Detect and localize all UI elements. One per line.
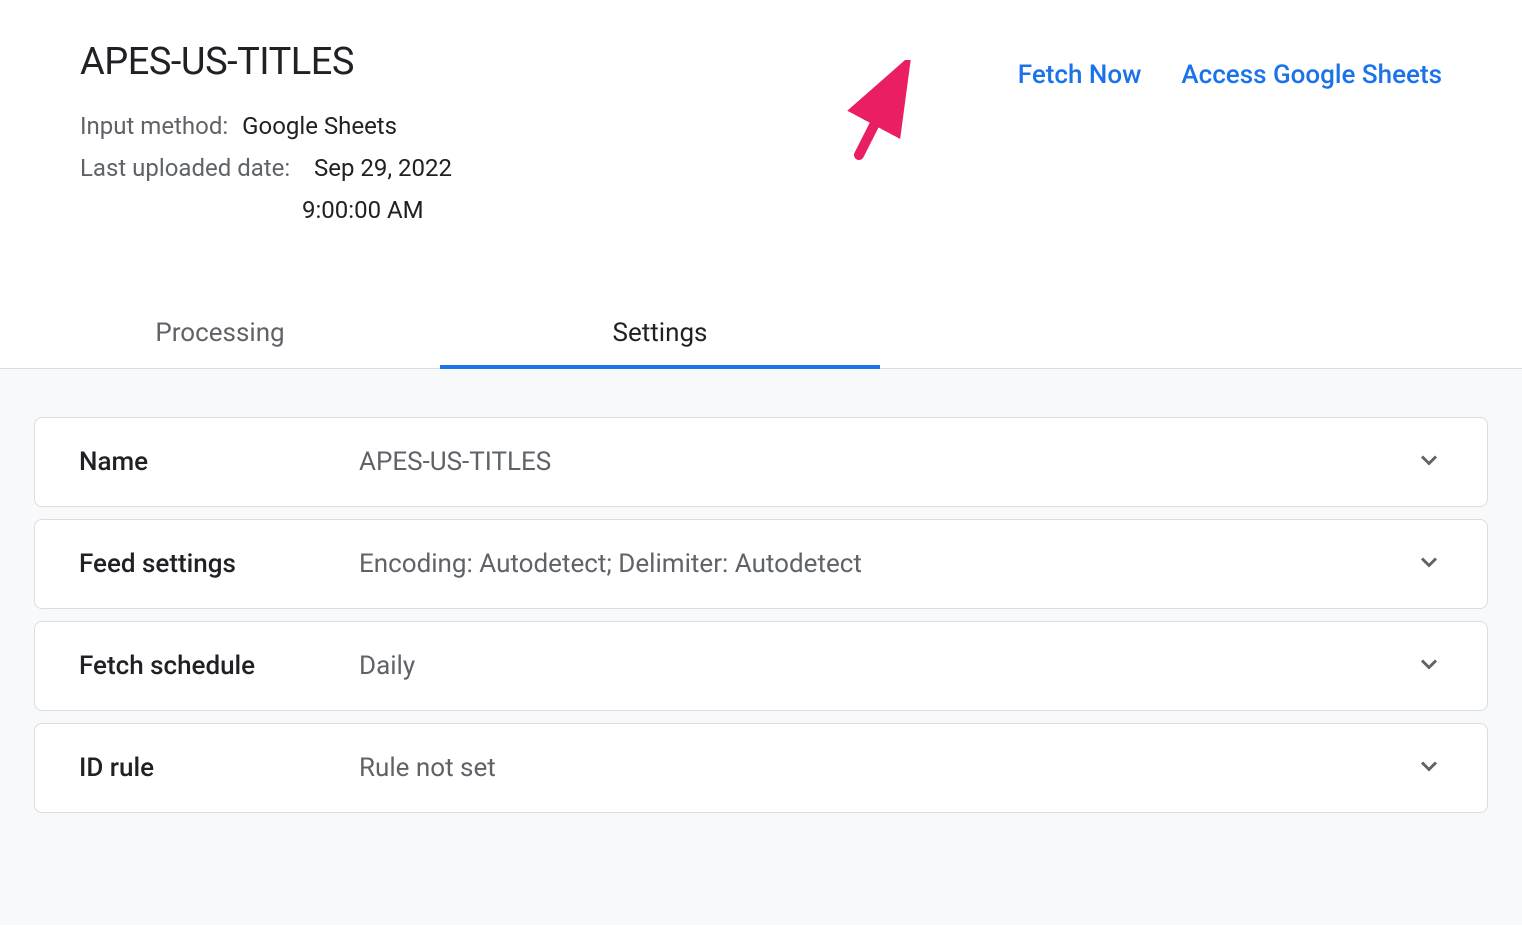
fetch-now-button[interactable]: Fetch Now (1018, 60, 1142, 90)
chevron-down-icon (1415, 752, 1443, 784)
setting-row-name[interactable]: Name APES-US-TITLES (34, 417, 1488, 507)
setting-value: Rule not set (359, 753, 1415, 783)
last-uploaded-row: Last uploaded date: Sep 29, 2022 (80, 154, 1018, 182)
settings-panel: Name APES-US-TITLES Feed settings Encodi… (0, 369, 1522, 925)
setting-row-schedule[interactable]: Fetch schedule Daily (34, 621, 1488, 711)
chevron-down-icon (1415, 548, 1443, 580)
access-sheets-button[interactable]: Access Google Sheets (1181, 60, 1442, 90)
setting-value: APES-US-TITLES (359, 447, 1415, 477)
setting-value: Encoding: Autodetect; Delimiter: Autodet… (359, 549, 1415, 579)
last-uploaded-time-row: 9:00:00 AM (80, 196, 1018, 224)
page-header: APES-US-TITLES Input method: Google Shee… (0, 0, 1522, 238)
last-uploaded-label: Last uploaded date: (80, 154, 300, 182)
tab-settings[interactable]: Settings (440, 298, 880, 368)
chevron-down-icon (1415, 650, 1443, 682)
setting-label: Feed settings (79, 549, 359, 579)
header-actions: Fetch Now Access Google Sheets (1018, 40, 1442, 90)
last-uploaded-time: 9:00:00 AM (302, 196, 424, 224)
setting-row-idrule[interactable]: ID rule Rule not set (34, 723, 1488, 813)
input-method-label: Input method: (80, 112, 228, 140)
chevron-down-icon (1415, 446, 1443, 478)
tabs: Processing Settings (0, 298, 1522, 369)
page-title: APES-US-TITLES (80, 40, 1018, 84)
input-method-value: Google Sheets (242, 112, 397, 140)
tab-processing[interactable]: Processing (0, 298, 440, 368)
setting-value: Daily (359, 651, 1415, 681)
last-uploaded-date: Sep 29, 2022 (314, 154, 452, 182)
setting-label: ID rule (79, 753, 359, 783)
setting-row-feed[interactable]: Feed settings Encoding: Autodetect; Deli… (34, 519, 1488, 609)
input-method-row: Input method: Google Sheets (80, 112, 1018, 140)
setting-label: Fetch schedule (79, 651, 359, 681)
header-info: APES-US-TITLES Input method: Google Shee… (80, 40, 1018, 238)
setting-label: Name (79, 447, 359, 477)
